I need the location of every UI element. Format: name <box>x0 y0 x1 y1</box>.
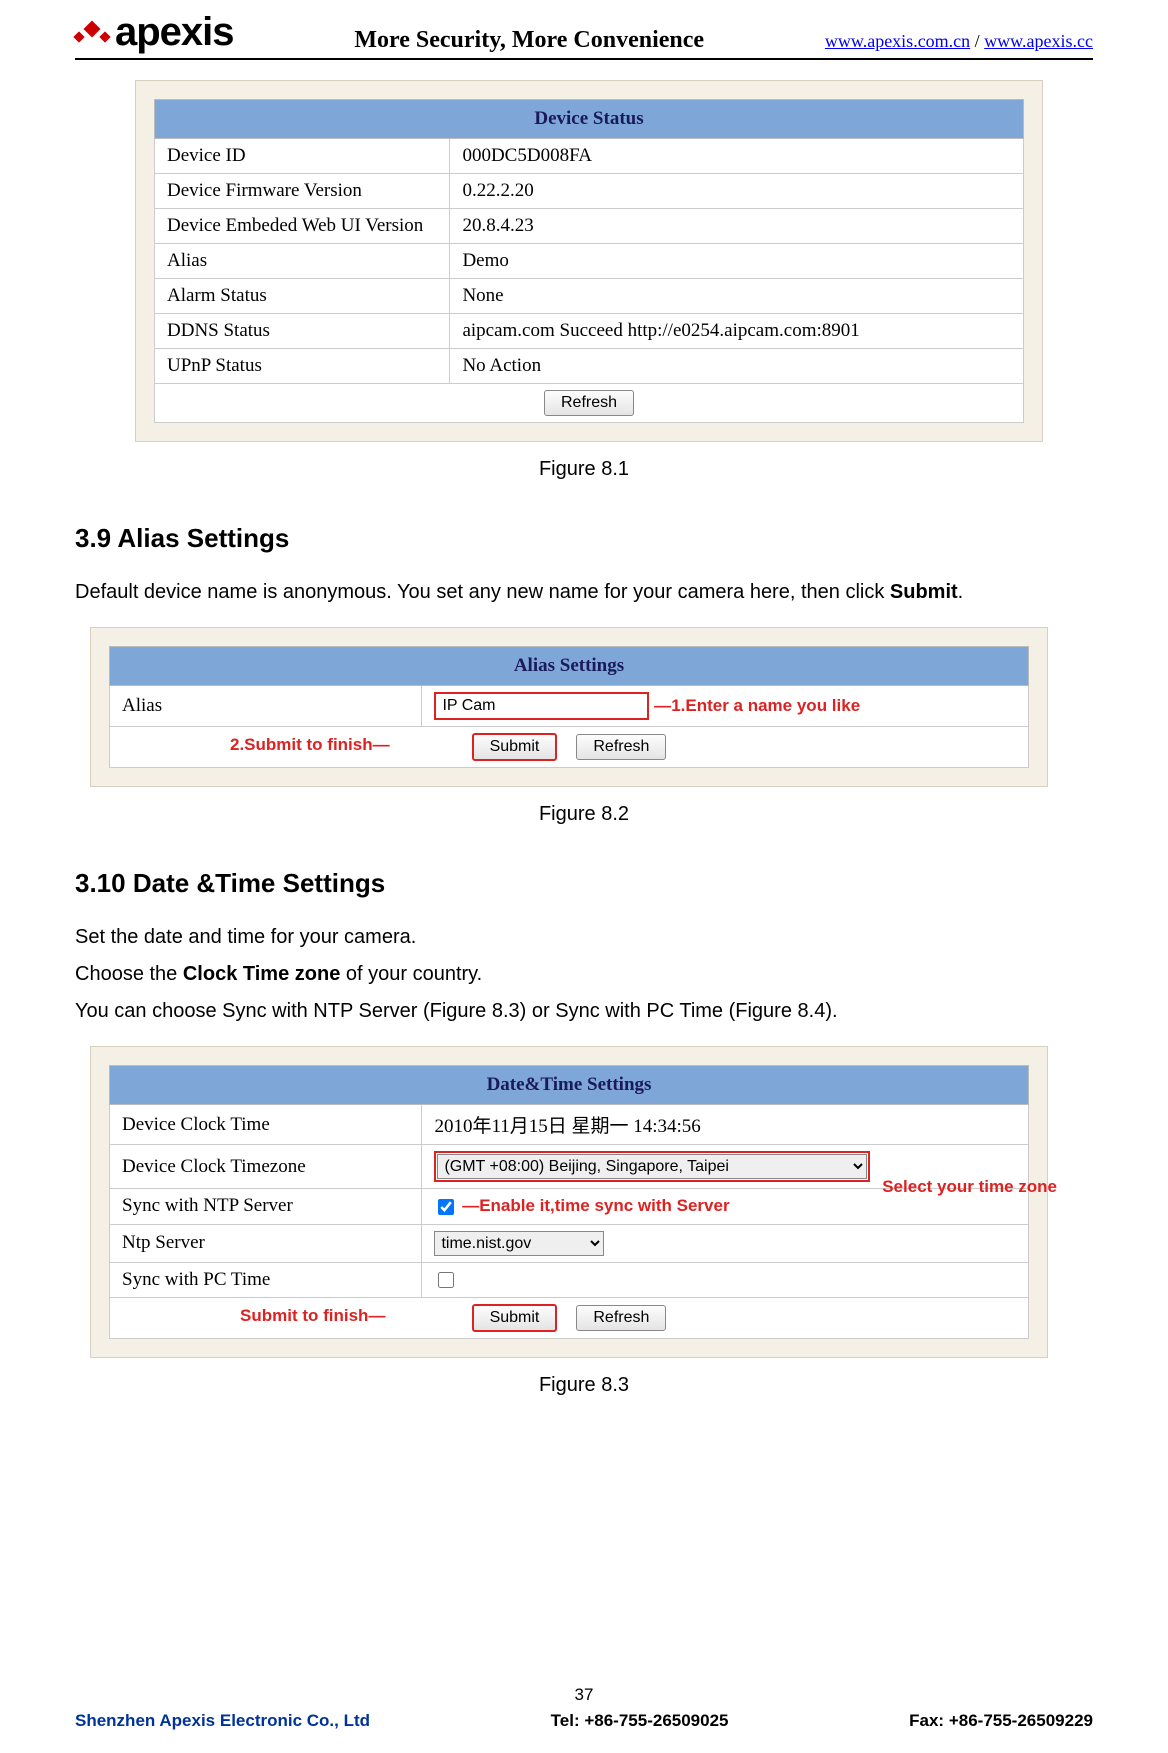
table-title: Alias Settings <box>110 647 1029 686</box>
alias-settings-table: Alias Settings Alias —1.Enter a name you… <box>109 646 1029 768</box>
alias-paragraph: Default device name is anonymous. You se… <box>75 578 1093 607</box>
table-row: AliasDemo <box>155 244 1024 279</box>
table-row: Alarm StatusNone <box>155 279 1024 314</box>
table-title: Date&Time Settings <box>110 1066 1029 1105</box>
figure-caption: Figure 8.1 <box>75 458 1093 481</box>
slogan: More Security, More Convenience <box>354 28 704 52</box>
page-footer: Shenzhen Apexis Electronic Co., Ltd Tel:… <box>75 1711 1093 1731</box>
figure-caption: Figure 8.3 <box>75 1374 1093 1397</box>
refresh-button[interactable]: Refresh <box>576 1305 666 1331</box>
table-row: DDNS Statusaipcam.com Succeed http://e02… <box>155 314 1024 349</box>
table-row: Device ID000DC5D008FA <box>155 139 1024 174</box>
figure-caption: Figure 8.2 <box>75 803 1093 826</box>
datetime-p1: Set the date and time for your camera. <box>75 923 1093 952</box>
logo-icon <box>75 23 109 41</box>
table-row: Sync with PC Time <box>110 1262 1029 1298</box>
footer-company: Shenzhen Apexis Electronic Co., Ltd <box>75 1711 370 1731</box>
datetime-p2: Choose the Clock Time zone of your count… <box>75 960 1093 989</box>
logo: apexis <box>75 12 234 52</box>
table-row: UPnP StatusNo Action <box>155 349 1024 384</box>
table-row: Device Firmware Version0.22.2.20 <box>155 174 1024 209</box>
alias-input[interactable] <box>434 692 649 720</box>
link-apexis-cn[interactable]: www.apexis.com.cn <box>825 31 970 51</box>
refresh-button[interactable]: Refresh <box>576 734 666 760</box>
pc-sync-checkbox[interactable] <box>438 1272 454 1288</box>
table-row: Device Embeded Web UI Version20.8.4.23 <box>155 209 1024 244</box>
submit-button[interactable]: Submit <box>472 733 558 761</box>
table-row: Alias —1.Enter a name you like <box>110 686 1029 727</box>
annotation-submit: 2.Submit to finish— <box>230 735 390 755</box>
screenshot-alias-settings: Alias Settings Alias —1.Enter a name you… <box>90 627 1048 787</box>
refresh-button[interactable]: Refresh <box>544 390 634 416</box>
annotation-select-timezone: Select your time zone <box>882 1177 1057 1197</box>
table-row: Ntp Server time.nist.gov <box>110 1224 1029 1262</box>
device-status-table: Device Status Device ID000DC5D008FA Devi… <box>154 99 1024 423</box>
screenshot-device-status: Device Status Device ID000DC5D008FA Devi… <box>135 80 1043 442</box>
page-header: apexis More Security, More Convenience w… <box>75 0 1093 60</box>
ntp-sync-checkbox[interactable] <box>438 1199 454 1215</box>
annotation-enable-ntp: —Enable it,time sync with Server <box>462 1196 729 1215</box>
annotation-enter-name: —1.Enter a name you like <box>649 696 860 716</box>
header-links: www.apexis.com.cn / www.apexis.cc <box>825 31 1093 52</box>
logo-text: apexis <box>115 12 234 52</box>
footer-fax: Fax: +86-755-26509229 <box>909 1711 1093 1731</box>
heading-datetime-settings: 3.10 Date &Time Settings <box>75 868 1093 899</box>
ntp-server-select[interactable]: time.nist.gov <box>434 1231 604 1256</box>
datetime-p3: You can choose Sync with NTP Server (Fig… <box>75 997 1093 1026</box>
page-number: 37 <box>0 1685 1168 1705</box>
submit-button[interactable]: Submit <box>472 1304 558 1332</box>
heading-alias-settings: 3.9 Alias Settings <box>75 523 1093 554</box>
table-row: Device Clock Time2010年11月15日 星期一 14:34:5… <box>110 1105 1029 1145</box>
timezone-select[interactable]: (GMT +08:00) Beijing, Singapore, Taipei <box>437 1154 867 1179</box>
datetime-table: Date&Time Settings Device Clock Time2010… <box>109 1065 1029 1339</box>
annotation-submit: Submit to finish— <box>240 1306 385 1326</box>
footer-tel: Tel: +86-755-26509025 <box>551 1711 729 1731</box>
screenshot-datetime-settings: Date&Time Settings Device Clock Time2010… <box>90 1046 1048 1358</box>
table-title: Device Status <box>155 100 1024 139</box>
link-apexis-cc[interactable]: www.apexis.cc <box>984 31 1093 51</box>
